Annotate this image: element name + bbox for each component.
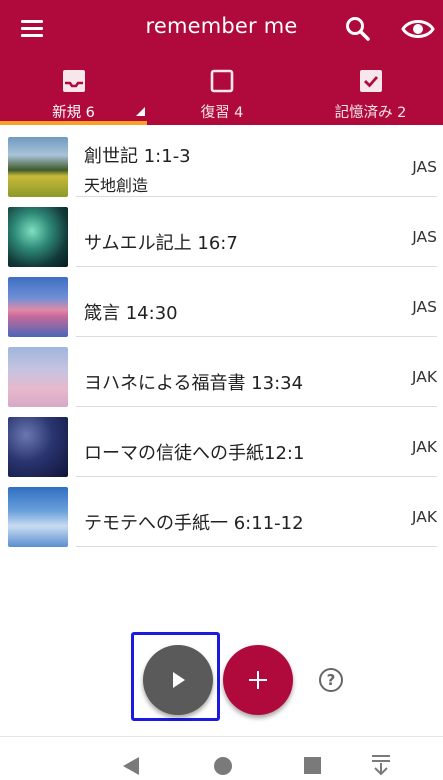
translation-tag: JAS	[412, 298, 437, 316]
tab-new[interactable]: 新規 6	[0, 58, 147, 125]
tab-new-label: 新規 6	[52, 105, 95, 121]
collapse-down-icon[interactable]	[371, 754, 391, 776]
list-item[interactable]: ヨハネによる福音書 13:34 JAK	[0, 336, 443, 407]
tab-indicator	[0, 121, 147, 125]
pink-clouds-image	[8, 347, 68, 407]
tab-review-label: 復習 4	[200, 105, 244, 121]
toolbar: remember me	[0, 0, 443, 58]
aurora-image	[8, 207, 68, 267]
add-button[interactable]	[223, 645, 293, 715]
tab-corner-marker	[136, 107, 145, 116]
verse-title: サムエル記上 16:7	[84, 233, 238, 254]
translation-tag: JAS	[412, 228, 437, 246]
verse-list: 創世記 1:1-3 天地創造 JAS サムエル記上 16:7 JAS 箴言 14…	[0, 126, 443, 547]
home-icon[interactable]	[214, 757, 232, 775]
tab-memorized[interactable]: 記憶済み 2	[298, 58, 443, 125]
verse-title: 箴言 14:30	[84, 303, 178, 324]
checkbox-checked-icon	[359, 70, 382, 92]
help-button[interactable]: ?	[319, 668, 343, 692]
tab-bar: 新規 6 復習 4 記憶済み 2	[0, 58, 443, 125]
eye-icon[interactable]	[401, 16, 435, 42]
list-item[interactable]: ローマの信徒への手紙12:1 JAK	[0, 406, 443, 477]
list-item[interactable]: 箴言 14:30 JAS	[0, 266, 443, 337]
checkbox-blank-icon	[210, 69, 234, 93]
translation-tag: JAS	[412, 158, 437, 176]
list-item[interactable]: サムエル記上 16:7 JAS	[0, 196, 443, 267]
app-title: remember me	[145, 14, 298, 38]
back-icon[interactable]	[123, 757, 139, 775]
translation-tag: JAK	[411, 368, 437, 386]
translation-tag: JAK	[411, 508, 437, 526]
recents-icon[interactable]	[304, 757, 321, 774]
verse-subtitle: 天地創造	[84, 176, 149, 195]
app-bar: remember me 新規 6 復習 4 記憶済み 2	[0, 0, 443, 125]
list-item[interactable]: テモテへの手紙一 6:11-12 JAK	[0, 476, 443, 547]
action-bar: ?	[0, 630, 443, 730]
divider	[76, 546, 437, 547]
sunset-sea-image	[8, 277, 68, 337]
verse-title: 創世記 1:1-3	[84, 146, 191, 167]
blue-sky-clouds-image	[8, 487, 68, 547]
verse-title: テモテへの手紙一 6:11-12	[84, 513, 304, 534]
plus-icon	[257, 671, 259, 689]
starry-sky-image	[8, 417, 68, 477]
tab-memorized-label: 記憶済み 2	[334, 105, 407, 121]
tab-review[interactable]: 復習 4	[148, 58, 296, 125]
field-landscape-image	[8, 137, 68, 197]
search-icon[interactable]	[344, 15, 372, 43]
inbox-icon	[62, 70, 85, 92]
translation-tag: JAK	[411, 438, 437, 456]
verse-title: ヨハネによる福音書 13:34	[84, 373, 304, 394]
list-item[interactable]: 創世記 1:1-3 天地創造 JAS	[0, 126, 443, 197]
play-button[interactable]	[143, 645, 213, 715]
verse-title: ローマの信徒への手紙12:1	[84, 443, 305, 464]
play-icon	[173, 672, 185, 688]
system-nav-bar	[0, 736, 443, 780]
